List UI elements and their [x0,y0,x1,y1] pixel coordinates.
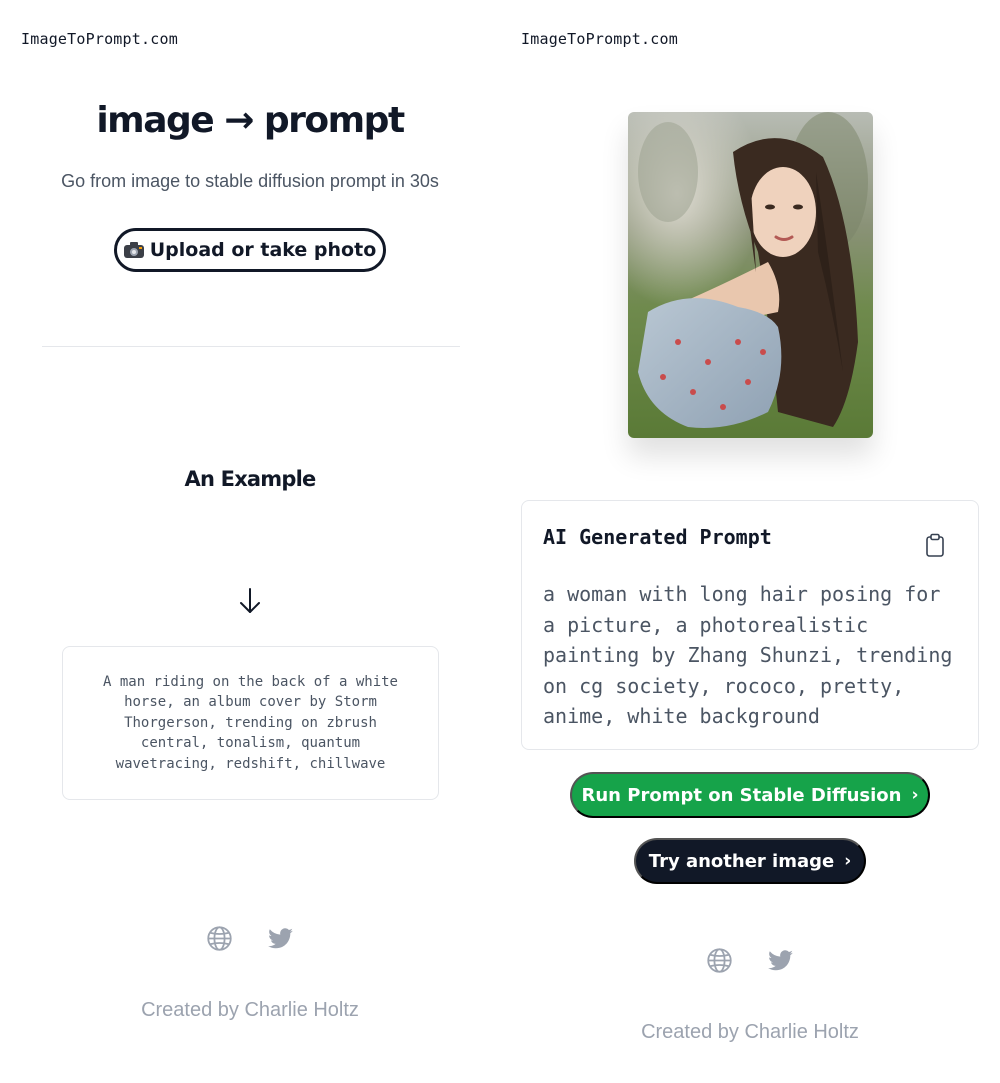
footer-credit[interactable]: Created by Charlie Holtz [500,1021,1000,1044]
uploaded-photo [628,112,873,438]
example-prompt-text: A man riding on the back of a white hors… [102,673,398,772]
try-another-image-button[interactable]: Try another image › [634,838,866,884]
ai-prompt-card: AI Generated Prompt a woman with long ha… [521,500,979,750]
site-brand[interactable]: ImageToPrompt.com [21,30,178,48]
prompt-heading: AI Generated Prompt [543,525,772,549]
chevron-right-icon: › [844,851,852,871]
globe-icon[interactable] [206,925,233,952]
globe-icon[interactable] [706,947,733,974]
right-panel: ImageToPrompt.com AI Generated Prompt a … [500,0,1000,1083]
example-heading: An Example [184,467,317,491]
twitter-icon[interactable] [267,925,294,952]
site-brand[interactable]: ImageToPrompt.com [521,30,678,48]
upload-photo-label: Upload or take photo [149,239,377,261]
section-divider [42,346,460,347]
run-stable-diffusion-button[interactable]: Run Prompt on Stable Diffusion › [570,772,930,818]
arrow-down-icon [240,588,260,613]
try-button-label: Try another image [648,850,835,872]
hero-title: image → prompt [96,100,405,141]
hero-subtitle: Go from image to stable diffusion prompt… [61,171,439,191]
twitter-icon[interactable] [767,947,794,974]
footer-credit[interactable]: Created by Charlie Holtz [0,999,500,1022]
left-panel: ImageToPrompt.com image → prompt Go from… [0,0,500,1083]
camera-icon [123,242,144,258]
upload-photo-button[interactable]: Upload or take photo [114,228,386,272]
social-links [206,925,294,952]
prompt-text[interactable]: a woman with long hair posing for a pict… [543,579,963,732]
social-links [706,947,794,974]
run-button-label: Run Prompt on Stable Diffusion [581,784,902,806]
chevron-right-icon: › [911,785,919,805]
example-prompt-card: A man riding on the back of a white hors… [62,646,439,800]
clipboard-icon[interactable] [925,533,945,557]
